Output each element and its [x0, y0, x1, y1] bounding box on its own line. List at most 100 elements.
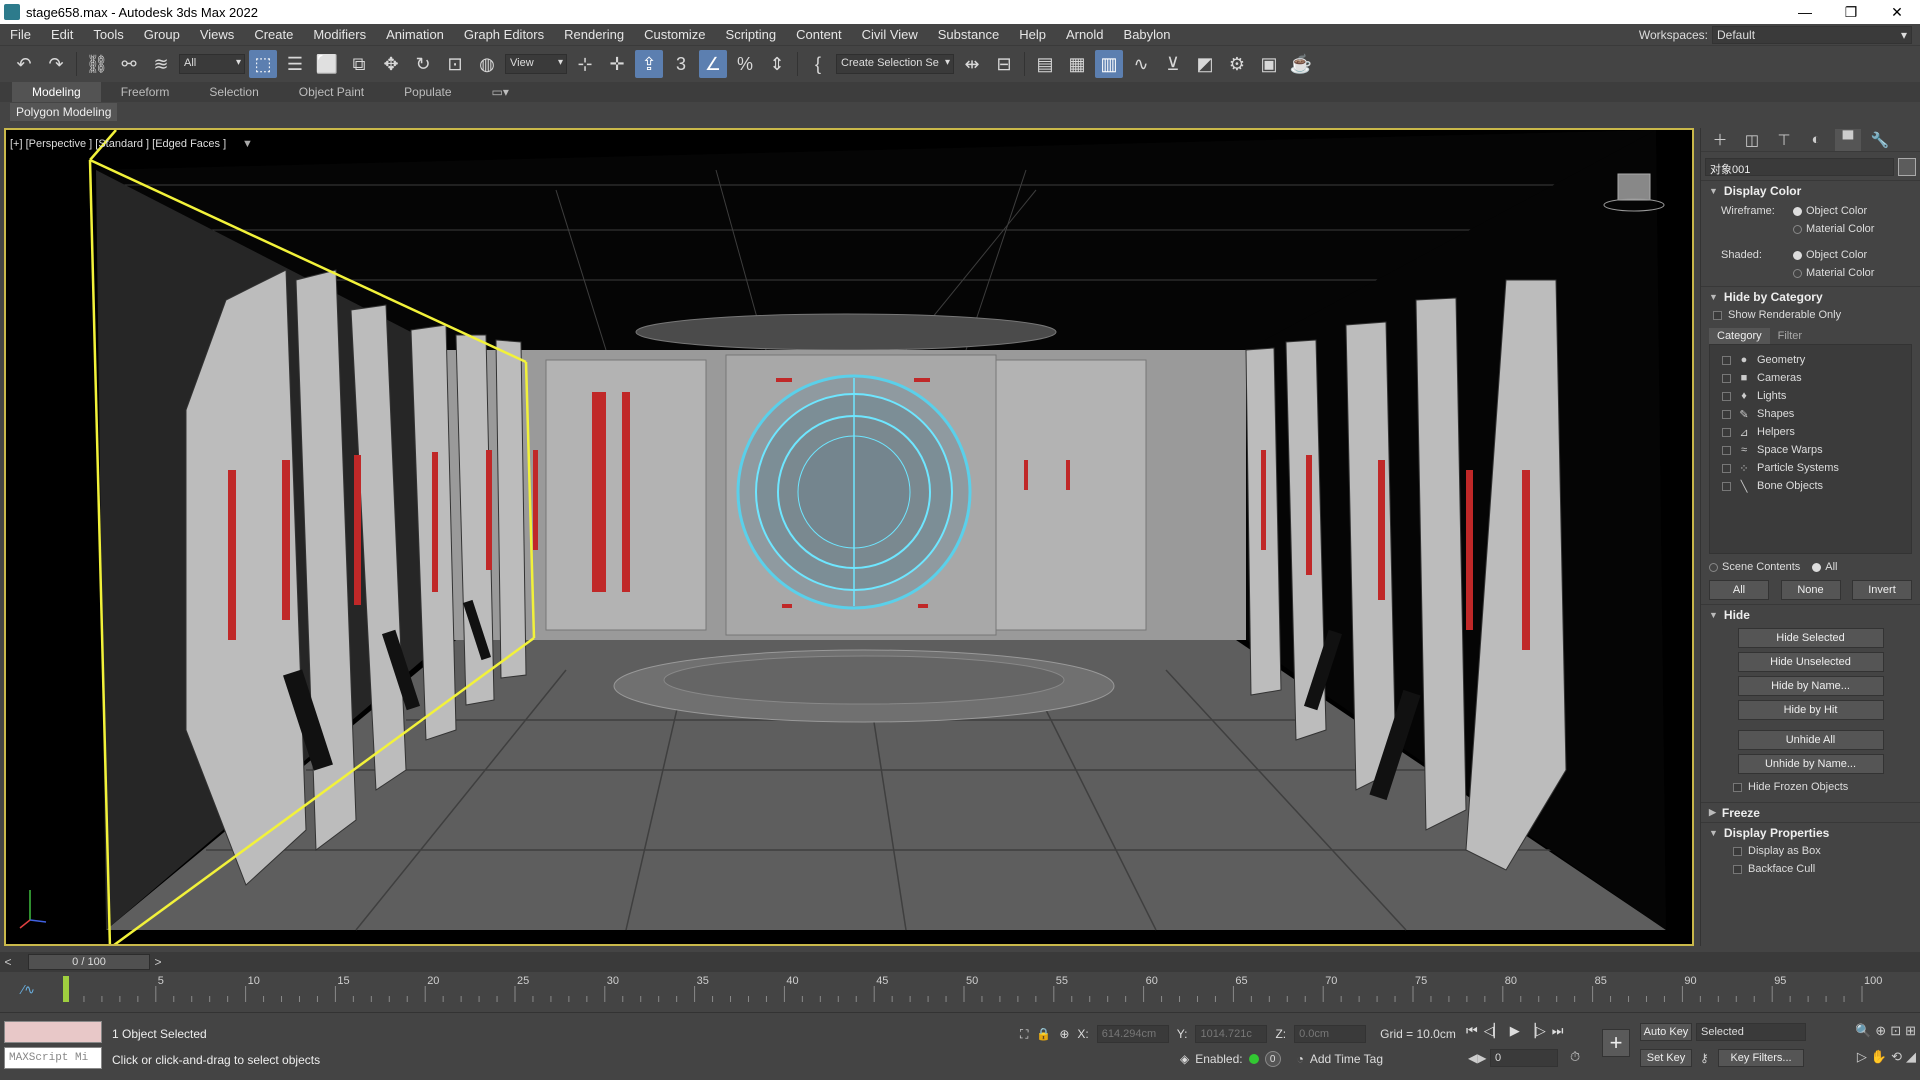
category-checkbox[interactable]	[1722, 409, 1731, 419]
window-crossing-icon[interactable]: ⧉	[345, 50, 373, 78]
move-icon[interactable]: ✥	[377, 50, 405, 78]
scale-icon[interactable]: ⊡	[441, 50, 469, 78]
wireframe-material-color-radio[interactable]	[1793, 224, 1802, 234]
track-bar[interactable]: ⁄∿ 5 10 15 20 25 30 35 40 45 50 55 60 65 70 75 80 85 90 95…	[0, 972, 1920, 1012]
maximize-button[interactable]: ❐	[1828, 0, 1874, 24]
select-manipulate-icon[interactable]: ✛	[603, 50, 631, 78]
shaded-material-color-radio[interactable]	[1793, 268, 1802, 278]
layer-explorer-icon[interactable]: ▦	[1063, 50, 1091, 78]
hide-unselected-button[interactable]: Hide Unselected	[1737, 652, 1884, 672]
tab-category[interactable]: Category	[1709, 328, 1770, 344]
render-icon[interactable]: ☕	[1287, 50, 1315, 78]
time-slider[interactable]: < 0 / 100 >	[0, 952, 1920, 972]
menu-content[interactable]: Content	[786, 24, 852, 46]
absolute-mode-icon[interactable]: ⊕	[1059, 1027, 1069, 1041]
category-checkbox[interactable]	[1722, 391, 1731, 401]
menu-customize[interactable]: Customize	[634, 24, 715, 46]
unhide-all-button[interactable]: Unhide All	[1737, 730, 1884, 750]
motion-icon[interactable]: ◐	[1803, 129, 1829, 151]
mirror-icon[interactable]: ⇹	[958, 50, 986, 78]
show-renderable-only-checkbox[interactable]	[1713, 310, 1722, 320]
auto-key-button[interactable]: Auto Key	[1640, 1023, 1692, 1041]
display-as-box-checkbox[interactable]	[1733, 846, 1742, 856]
time-slider-thumb[interactable]: 0 / 100	[28, 954, 150, 970]
menu-substance[interactable]: Substance	[928, 24, 1009, 46]
key-mode-icon[interactable]: ◀▶	[1468, 1051, 1486, 1065]
viewport-label[interactable]: [+] [Perspective ] [Standard ] [Edged Fa…	[10, 138, 226, 150]
backface-cull-checkbox[interactable]	[1733, 864, 1742, 874]
tab-freeform[interactable]: Freeform	[101, 82, 190, 102]
hide-by-category-rollout[interactable]: ▼ Hide by Category	[1701, 286, 1920, 306]
utilities-icon[interactable]: 🔧	[1867, 129, 1893, 151]
modify-icon[interactable]: ◫	[1739, 129, 1765, 151]
go-to-start-icon[interactable]: ⏮	[1466, 1023, 1478, 1039]
tab-object-paint[interactable]: Object Paint	[279, 82, 384, 102]
isolate-selection-icon[interactable]: ⛶	[1020, 1027, 1028, 1042]
polygon-modeling-panel[interactable]: Polygon Modeling	[10, 103, 118, 121]
z-coordinate-field[interactable]: 0.0cm	[1294, 1025, 1367, 1043]
set-key-plus-button[interactable]: +	[1602, 1029, 1630, 1057]
hide-by-name-button[interactable]: Hide by Name...	[1737, 676, 1884, 696]
pivot-icon[interactable]: ⊹	[571, 50, 599, 78]
time-tag-icon[interactable]: ◔	[1297, 1052, 1304, 1066]
display-properties-rollout[interactable]: ▼ Display Properties	[1701, 822, 1920, 842]
zoom-all-icon[interactable]: ⊕	[1875, 1023, 1886, 1039]
material-editor-icon[interactable]: ◩	[1191, 50, 1219, 78]
go-to-end-icon[interactable]: ⏭	[1552, 1023, 1564, 1039]
hide-selected-button[interactable]: Hide Selected	[1737, 628, 1884, 648]
menu-file[interactable]: File	[0, 24, 41, 46]
angle-snap-icon[interactable]: ∠	[699, 50, 727, 78]
selection-filter-dropdown[interactable]: All	[179, 54, 245, 74]
play-icon[interactable]: ▶	[1510, 1023, 1520, 1039]
hide-rollout[interactable]: ▼ Hide	[1701, 604, 1920, 624]
rotate-icon[interactable]: ↻	[409, 50, 437, 78]
menu-views[interactable]: Views	[190, 24, 244, 46]
perspective-viewport[interactable]: [+] [Perspective ] [Standard ] [Edged Fa…	[4, 128, 1694, 946]
scene-contents-radio[interactable]	[1709, 562, 1718, 572]
unhide-by-name-button[interactable]: Unhide by Name...	[1737, 754, 1884, 774]
maxscript-output[interactable]	[4, 1021, 102, 1043]
schematic-view-icon[interactable]: ⊻	[1159, 50, 1187, 78]
menu-scripting[interactable]: Scripting	[716, 24, 787, 46]
spinner-snap-icon[interactable]: ⇕	[763, 50, 791, 78]
display-color-rollout[interactable]: ▼ Display Color	[1701, 180, 1920, 200]
create-icon[interactable]: ＋	[1707, 129, 1733, 151]
keyboard-shortcut-override-icon[interactable]: ⇪	[635, 50, 663, 78]
key-filter-icon[interactable]: ⚷	[1700, 1051, 1709, 1065]
hide-frozen-objects-checkbox[interactable]	[1733, 782, 1742, 792]
menu-edit[interactable]: Edit	[41, 24, 83, 46]
pan-icon[interactable]: ✋	[1871, 1049, 1887, 1065]
reference-coordinate-dropdown[interactable]: View	[505, 54, 567, 74]
prev-frame-arrow-icon[interactable]: <	[0, 955, 16, 969]
curve-editor-icon[interactable]: ∿	[1127, 50, 1155, 78]
redo-icon[interactable]: ↷	[42, 50, 70, 78]
key-selection-dropdown[interactable]: Selected	[1696, 1023, 1806, 1041]
all-radio[interactable]	[1812, 562, 1822, 572]
maxscript-input[interactable]: MAXScript Mi	[4, 1047, 102, 1069]
ribbon-toggle-icon[interactable]: ▥	[1095, 50, 1123, 78]
orbit-icon[interactable]: ⟲	[1891, 1049, 1902, 1065]
close-button[interactable]: ✕	[1874, 0, 1920, 24]
key-filters-button[interactable]: Key Filters...	[1718, 1049, 1804, 1067]
menu-group[interactable]: Group	[134, 24, 190, 46]
y-coordinate-field[interactable]: 1014.721c	[1195, 1025, 1268, 1043]
next-frame-arrow-icon[interactable]: >	[150, 955, 166, 969]
ribbon-options-icon[interactable]: ▭▾	[472, 82, 529, 102]
select-by-name-icon[interactable]: ☰	[281, 50, 309, 78]
tab-populate[interactable]: Populate	[384, 82, 471, 102]
freeze-rollout[interactable]: ▶ Freeze	[1701, 802, 1920, 822]
selection-lock-icon[interactable]: 🔒	[1036, 1027, 1051, 1041]
undo-icon[interactable]: ↶	[10, 50, 38, 78]
wireframe-object-color-radio[interactable]	[1793, 206, 1802, 216]
x-coordinate-field[interactable]: 614.294cm	[1096, 1025, 1169, 1043]
align-icon[interactable]: ⊟	[990, 50, 1018, 78]
tab-filter[interactable]: Filter	[1770, 328, 1810, 344]
category-checkbox[interactable]	[1722, 445, 1731, 455]
category-checkbox[interactable]	[1722, 481, 1731, 491]
next-frame-icon[interactable]: ▕▷	[1526, 1023, 1546, 1039]
zoom-extents-icon[interactable]: ⊡	[1890, 1023, 1901, 1039]
object-name-field[interactable]: 对象001	[1705, 158, 1894, 176]
workspace-dropdown[interactable]: Default	[1712, 26, 1912, 44]
display-icon[interactable]: ▀	[1835, 128, 1861, 151]
enabled-value[interactable]: 0	[1264, 1051, 1281, 1067]
